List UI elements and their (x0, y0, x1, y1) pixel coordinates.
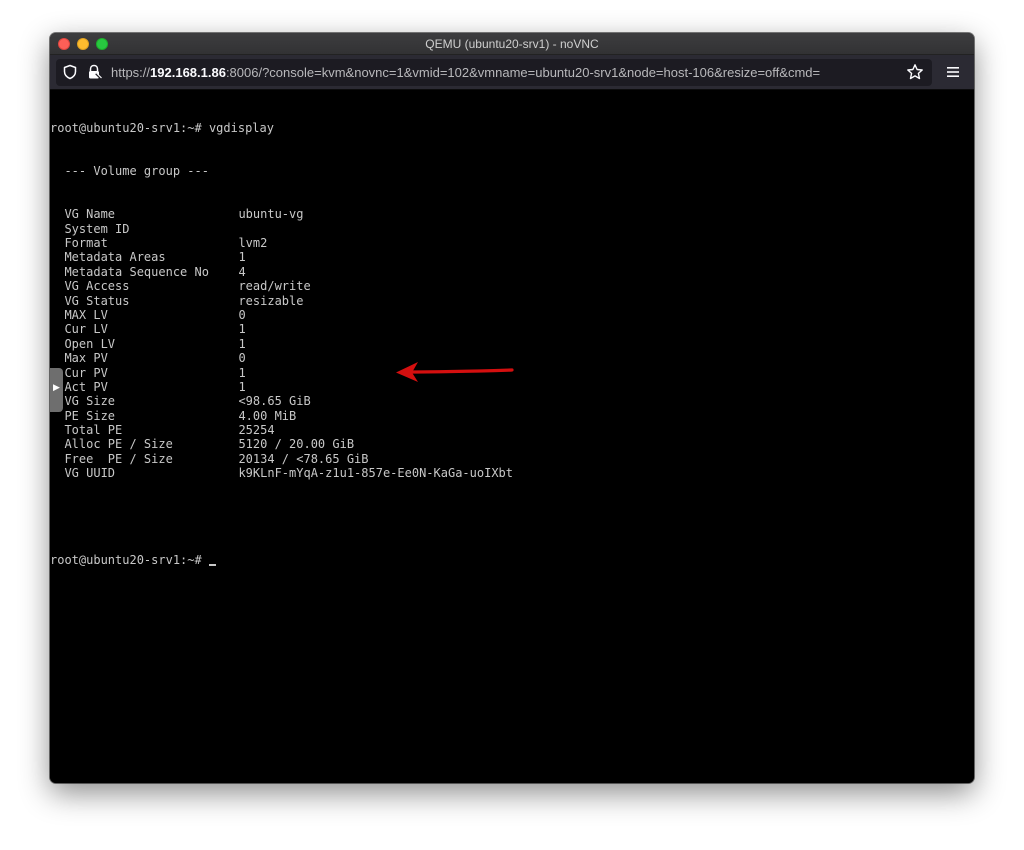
vg-property-value: 0 (238, 351, 246, 366)
vg-property-key: Format (64, 236, 108, 250)
chevron-right-icon: ▶ (53, 382, 60, 392)
novnc-sidebar-handle[interactable]: ▶ (50, 368, 63, 412)
vg-property-value: lvm2 (238, 236, 268, 250)
vg-property-value: 5120 / 20.00 GiB (238, 437, 355, 452)
window-title: QEMU (ubuntu20-srv1) - noVNC (425, 37, 599, 51)
vg-property-key: VG Name (64, 207, 116, 222)
url-bar[interactable]: https://192.168.1.86:8006/?console=kvm&n… (56, 59, 932, 86)
shield-icon[interactable] (62, 64, 78, 80)
url-host: 192.168.1.86 (150, 65, 226, 80)
star-icon[interactable] (906, 63, 924, 81)
vg-property-key: Metadata Areas (64, 250, 166, 265)
vg-property-value: 4 (238, 264, 246, 279)
vg-property-value: 1 (238, 379, 246, 394)
vg-property-row: PE Size 4.00 MiB (50, 409, 513, 423)
vg-property-value: 1 (238, 322, 246, 337)
vg-property-key: VG Status (64, 293, 130, 308)
vg-property-key: Cur LV (64, 322, 108, 337)
vg-property-key: VG Size (64, 394, 116, 409)
vg-property-row: Free PE / Size 20134 / <78.65 GiB (50, 452, 513, 466)
vg-property-row: Cur LV 1 (50, 322, 513, 336)
vg-property-value: read/write (238, 279, 311, 294)
vg-property-key: Free PE / Size (64, 451, 173, 466)
vg-property-row: Alloc PE / Size 5120 / 20.00 GiB (50, 437, 513, 451)
vg-property-row: Metadata Sequence No 4 (50, 265, 513, 279)
vg-property-key: Cur PV (64, 365, 108, 380)
title-bar[interactable]: QEMU (ubuntu20-srv1) - noVNC (50, 33, 974, 55)
vg-property-key: MAX LV (64, 307, 108, 322)
url-text[interactable]: https://192.168.1.86:8006/?console=kvm&n… (111, 65, 820, 80)
vg-property-key: Metadata Sequence No (64, 264, 209, 279)
vg-property-key: Max PV (64, 351, 108, 366)
vg-property-row: VG UUID k9KLnF-mYqA-z1u1-857e-Ee0N-KaGa-u… (50, 466, 513, 480)
arrow-annotation-icon (396, 362, 514, 382)
vg-property-value: 1 (238, 336, 246, 351)
lock-icon[interactable] (86, 64, 102, 80)
vg-property-value: 20134 / <78.65 GiB (238, 451, 369, 466)
vg-property-value: 25254 (238, 423, 275, 438)
menu-icon[interactable] (945, 64, 961, 80)
vg-property-value: resizable (238, 293, 304, 308)
volume-group-header: --- Volume group --- (50, 164, 209, 179)
vg-property-value: <98.65 GiB (238, 394, 311, 409)
vg-property-row: Total PE 25254 (50, 423, 513, 437)
url-path: :8006/?console=kvm&novnc=1&vmid=102&vmna… (225, 65, 821, 80)
vg-property-row: VG Status resizable (50, 294, 513, 308)
vg-property-key: PE Size (64, 408, 116, 423)
url-scheme: https:// (111, 65, 151, 80)
browser-toolbar: https://192.168.1.86:8006/?console=kvm&n… (50, 55, 974, 90)
final-prompt: root@ubuntu20-srv1:~# (50, 552, 209, 567)
command-line: root@ubuntu20-srv1:~# vgdisplay (50, 120, 274, 135)
vg-property-key: Open LV (64, 336, 116, 351)
terminal-output: root@ubuntu20-srv1:~# vgdisplay --- Volu… (50, 92, 513, 596)
vg-property-value: 0 (238, 307, 246, 322)
vg-property-value: 1 (238, 250, 246, 265)
final-prompt-line: root@ubuntu20-srv1:~# (50, 553, 513, 567)
vg-property-key: Total PE (64, 423, 123, 438)
vg-property-value: ubuntu-vg (238, 207, 304, 222)
vg-property-row: Format lvm2 (50, 236, 513, 250)
vg-property-value: 4.00 MiB (238, 408, 297, 423)
vg-property-key: VG Access (64, 279, 130, 294)
vg-property-row: VG Access read/write (50, 279, 513, 293)
vg-property-key: Alloc PE / Size (64, 437, 173, 452)
vg-property-key: System ID (64, 221, 130, 236)
vg-property-row: System ID (50, 222, 513, 236)
vgdisplay-rows: VG Name ubuntu-vg System ID Format lvm2 Me… (50, 207, 513, 480)
vg-property-row: Open LV 1 (50, 337, 513, 351)
vg-property-key: Act PV (64, 379, 108, 394)
vnc-console[interactable]: root@ubuntu20-srv1:~# vgdisplay --- Volu… (50, 90, 974, 783)
terminal-cursor (208, 563, 216, 566)
vg-property-row: VG Name ubuntu-vg (50, 207, 513, 221)
vg-property-value: k9KLnF-mYqA-z1u1-857e-Ee0N-KaGa-uoIXbt (238, 466, 513, 481)
vg-property-value: 1 (238, 365, 246, 380)
vg-property-row: VG Size <98.65 GiB (50, 394, 513, 408)
novnc-browser-window: QEMU (ubuntu20-srv1) - noVNC https://192… (50, 33, 974, 783)
vg-property-row: Metadata Areas 1 (50, 250, 513, 264)
vg-property-key: VG UUID (64, 466, 116, 481)
vg-property-row: MAX LV 0 (50, 308, 513, 322)
